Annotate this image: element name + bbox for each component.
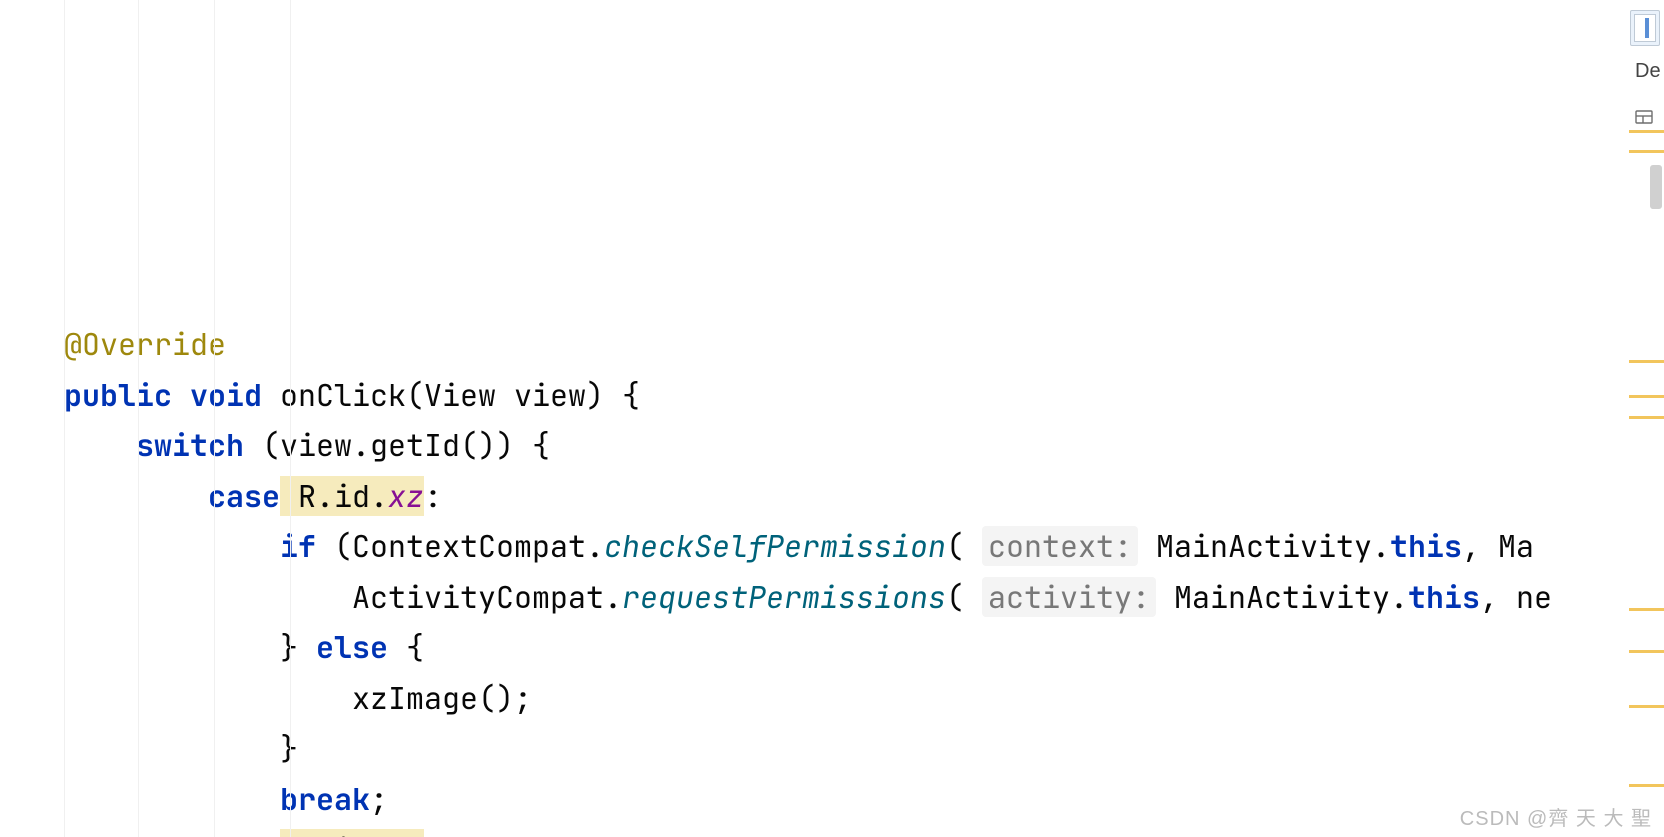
kw-this: this	[1408, 577, 1480, 617]
warning-stripe[interactable]	[1629, 650, 1664, 653]
warning-stripe[interactable]	[1629, 608, 1664, 611]
warning-stripe[interactable]	[1629, 705, 1664, 708]
warning-stripe[interactable]	[1629, 150, 1664, 153]
field-sc: sc	[388, 829, 424, 837]
layout-icon[interactable]	[1635, 95, 1653, 113]
kw-if: if	[280, 526, 316, 566]
warning-stripe[interactable]	[1629, 395, 1664, 398]
call-xzImage: xzImage();	[352, 678, 532, 718]
kw-void: void	[190, 375, 262, 415]
indent-guide	[64, 0, 65, 837]
param-hint-context: context:	[982, 526, 1138, 566]
kw-break: break	[280, 779, 370, 819]
kw-case: case	[208, 476, 280, 516]
right-gutter: De	[1629, 0, 1664, 837]
kw-case: case	[208, 829, 280, 837]
kw-this: this	[1390, 526, 1462, 566]
kw-else: else	[316, 627, 388, 667]
rail-label[interactable]: De	[1635, 60, 1661, 83]
warning-stripe[interactable]	[1629, 360, 1664, 363]
case-xz-ref: R.id.xz	[280, 476, 424, 516]
warning-stripe[interactable]	[1629, 784, 1664, 787]
inspection-indicator[interactable]	[1630, 10, 1660, 46]
kw-public: public	[64, 375, 172, 415]
call-requestPermissions: requestPermissions	[622, 577, 946, 617]
code-editor[interactable]: @Override public void onClick(View view)…	[0, 0, 1629, 837]
field-xz: xz	[388, 476, 424, 516]
kw-switch: switch	[136, 425, 244, 465]
call-checkSelfPermission: checkSelfPermission	[604, 526, 946, 566]
ide-window: @Override public void onClick(View view)…	[0, 0, 1664, 837]
case-sc-ref: R.id.sc	[280, 829, 424, 837]
indent-guide	[214, 0, 215, 837]
warning-stripe[interactable]	[1629, 416, 1664, 419]
scrollbar-thumb[interactable]	[1650, 165, 1662, 209]
indent-guide	[138, 0, 139, 837]
method-name: onClick	[280, 375, 406, 415]
annotation-override: @Override	[64, 324, 226, 364]
code-block[interactable]: @Override public void onClick(View view)…	[64, 319, 1629, 837]
method-signature: (View view) {	[406, 375, 640, 415]
param-hint-activity: activity:	[982, 577, 1156, 617]
indent-guide	[290, 0, 291, 837]
warning-stripe[interactable]	[1629, 130, 1664, 133]
